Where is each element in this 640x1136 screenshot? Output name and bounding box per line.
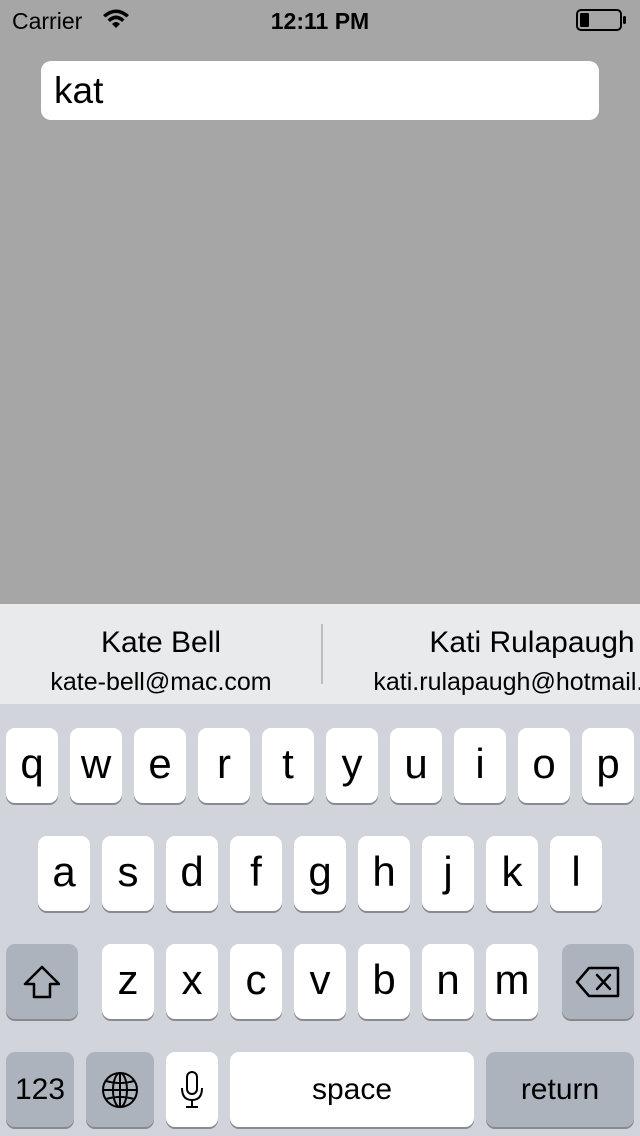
key-v[interactable]: v bbox=[294, 944, 346, 1019]
key-label: d bbox=[180, 848, 204, 895]
numbers-key-label: 123 bbox=[14, 1073, 66, 1106]
key-e[interactable]: e bbox=[134, 728, 186, 803]
key-label: h bbox=[372, 848, 396, 895]
suggestion-name: Kate Bell bbox=[100, 626, 222, 659]
key-label: z bbox=[117, 956, 139, 1003]
key-f[interactable]: f bbox=[230, 836, 282, 911]
key-u[interactable]: u bbox=[390, 728, 442, 803]
key-y[interactable]: y bbox=[326, 728, 378, 803]
key-w[interactable]: w bbox=[70, 728, 122, 803]
key-label: u bbox=[404, 740, 428, 787]
key-c[interactable]: c bbox=[230, 944, 282, 1019]
status-bar: Carrier 12:11 PM bbox=[0, 0, 640, 40]
key-label: q bbox=[20, 740, 44, 787]
key-label: f bbox=[250, 848, 262, 895]
key-label: s bbox=[117, 848, 139, 895]
key-d[interactable]: d bbox=[166, 836, 218, 911]
suggestion-name: Kati Rulapaugh bbox=[429, 626, 635, 659]
key-label: b bbox=[372, 956, 396, 1003]
return-key[interactable]: return bbox=[486, 1052, 634, 1127]
key-t[interactable]: t bbox=[262, 728, 314, 803]
search-input[interactable]: kat bbox=[41, 61, 599, 120]
suggestion-divider bbox=[321, 624, 323, 684]
numbers-key[interactable]: 123 bbox=[6, 1052, 74, 1127]
return-key-label: return bbox=[520, 1073, 600, 1106]
key-b[interactable]: b bbox=[358, 944, 410, 1019]
globe-key[interactable] bbox=[86, 1052, 154, 1127]
suggestion-email: kate-bell@mac.com bbox=[50, 668, 272, 696]
key-m[interactable]: m bbox=[486, 944, 538, 1019]
key-k[interactable]: k bbox=[486, 836, 538, 911]
key-i[interactable]: i bbox=[454, 728, 506, 803]
key-label: m bbox=[494, 956, 530, 1003]
key-label: e bbox=[148, 740, 172, 787]
key-label: v bbox=[309, 956, 331, 1003]
key-label: i bbox=[475, 740, 485, 787]
dictation-key[interactable] bbox=[166, 1052, 218, 1127]
key-label: r bbox=[217, 740, 231, 787]
key-h[interactable]: h bbox=[358, 836, 410, 911]
key-p[interactable]: p bbox=[582, 728, 634, 803]
key-g[interactable]: g bbox=[294, 836, 346, 911]
key-x[interactable]: x bbox=[166, 944, 218, 1019]
suggestion-bar: Kate Bell kate-bell@mac.com Kati Rulapau… bbox=[0, 604, 640, 704]
key-z[interactable]: z bbox=[102, 944, 154, 1019]
key-label: k bbox=[501, 848, 523, 895]
key-label: g bbox=[308, 848, 332, 895]
key-label: t bbox=[282, 740, 294, 787]
key-l[interactable]: l bbox=[550, 836, 602, 911]
key-label: x bbox=[181, 956, 203, 1003]
key-j[interactable]: j bbox=[422, 836, 474, 911]
key-s[interactable]: s bbox=[102, 836, 154, 911]
suggestion-contact[interactable]: Kate Bell kate-bell@mac.com bbox=[0, 604, 322, 704]
key-a[interactable]: a bbox=[38, 836, 90, 911]
key-o[interactable]: o bbox=[518, 728, 570, 803]
key-label: y bbox=[341, 740, 363, 787]
key-label: n bbox=[436, 956, 460, 1003]
clock: 12:11 PM bbox=[270, 8, 370, 34]
key-r[interactable]: r bbox=[198, 728, 250, 803]
suggestion-email: kati.rulapaugh@hotmail.com bbox=[373, 668, 640, 696]
key-q[interactable]: q bbox=[6, 728, 58, 803]
key-label: o bbox=[532, 740, 556, 787]
suggestion-contact[interactable]: Kati Rulapaugh kati.rulapaugh@hotmail.co… bbox=[322, 604, 640, 704]
key-label: p bbox=[596, 740, 620, 787]
key-label: w bbox=[80, 740, 112, 787]
shift-key[interactable] bbox=[6, 944, 78, 1019]
space-key-label: space bbox=[311, 1073, 393, 1106]
battery-icon bbox=[576, 9, 628, 31]
key-label: l bbox=[571, 848, 581, 895]
key-label: a bbox=[52, 848, 76, 895]
keyboard: q w e r t y u i o p a s d f g h j k l z … bbox=[0, 704, 640, 1136]
key-label: c bbox=[245, 956, 267, 1003]
key-n[interactable]: n bbox=[422, 944, 474, 1019]
key-label: j bbox=[443, 848, 453, 895]
space-key[interactable]: space bbox=[230, 1052, 474, 1127]
delete-key[interactable] bbox=[562, 944, 634, 1019]
